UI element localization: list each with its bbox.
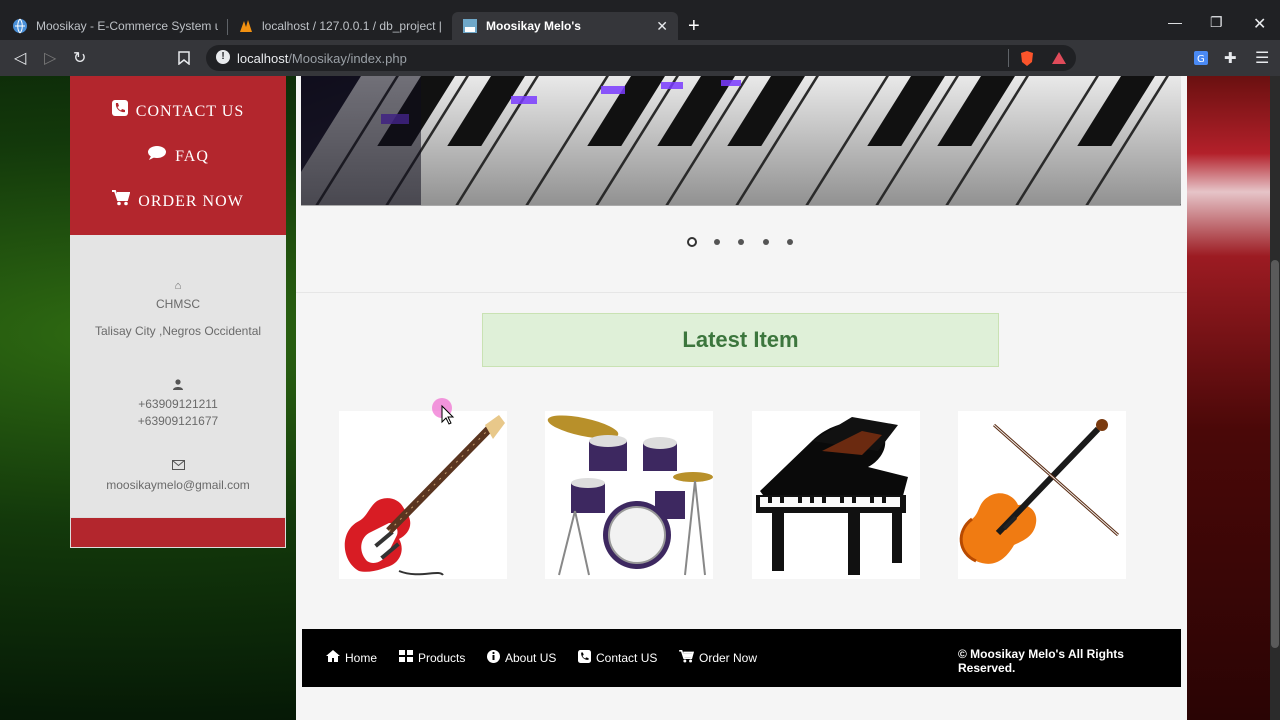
back-icon[interactable]: ◁ (14, 48, 26, 68)
phone-number: +63909121677 (137, 414, 219, 428)
carousel-dot[interactable] (787, 239, 793, 245)
envelope-icon (70, 460, 286, 473)
sidebar-contact-info: ⌂ CHMSC Talisay City ,Negros Occidental … (70, 235, 286, 517)
phpmyadmin-favicon-icon (240, 20, 252, 32)
web-page: CONTACT US FAQ ORDER NOW ⌂ CHMSC Talisay… (0, 76, 1270, 720)
home-icon: ⌂ (174, 280, 182, 292)
site-favicon-icon (463, 19, 477, 33)
new-tab-icon[interactable]: + (688, 14, 700, 38)
phone-icon (578, 650, 591, 666)
omnibox-divider (1008, 49, 1009, 67)
footer-about-link[interactable]: About US (487, 650, 556, 666)
site-footer: Home Products About US Contact US Order … (302, 629, 1181, 687)
carousel-slide-keyboard-image[interactable] (301, 76, 1181, 206)
tab-title: Moosikay Melo's (486, 19, 581, 33)
mouse-cursor (432, 398, 456, 431)
product-electric-guitar[interactable] (339, 411, 507, 579)
tab-title: localhost / 127.0.0.1 / db_project | php (262, 19, 442, 33)
svg-text:G: G (1197, 54, 1205, 65)
latest-item-heading: Latest Item (482, 313, 999, 367)
sidebar-order-now[interactable]: ORDER NOW (70, 190, 286, 211)
product-grand-piano[interactable] (752, 411, 920, 579)
home-icon (326, 650, 340, 665)
scrollbar-thumb[interactable] (1271, 260, 1279, 648)
chat-bubble-icon (147, 145, 167, 166)
forward-icon[interactable]: ▷ (44, 48, 56, 68)
bookmark-icon[interactable] (178, 51, 190, 65)
browser-tab-active[interactable]: Moosikay Melo's ✕ (452, 12, 678, 40)
carousel-dot[interactable] (763, 239, 769, 245)
info-icon[interactable]: ! (216, 50, 230, 64)
carousel-dot[interactable] (687, 237, 697, 247)
brave-shield-icon[interactable] (1019, 50, 1035, 67)
globe-favicon-icon (13, 18, 27, 34)
minimize-icon[interactable]: — (1168, 14, 1182, 30)
background-decoration (1187, 76, 1270, 720)
tab-title: Moosikay - E-Commerce System using (36, 19, 218, 33)
email-address: moosikaymelo@gmail.com (106, 478, 250, 492)
address-line2: Talisay City ,Negros Occidental (94, 324, 262, 338)
cart-icon (112, 190, 131, 211)
address-line1: CHMSC (156, 297, 200, 311)
footer-home-link[interactable]: Home (326, 650, 377, 665)
section-divider (296, 292, 1187, 293)
browser-tab-bar: Moosikay - E-Commerce System using local… (0, 0, 1280, 40)
reload-icon[interactable]: ↻ (73, 48, 86, 68)
carousel-dot[interactable] (714, 239, 720, 245)
brave-rewards-icon[interactable] (1051, 51, 1067, 65)
main-content: Latest Item Home Products About US Conta… (296, 76, 1187, 720)
info-icon (487, 650, 500, 666)
footer-order-link[interactable]: Order Now (679, 650, 757, 666)
extensions-icon[interactable]: ✚ (1224, 49, 1237, 67)
user-icon (70, 379, 286, 393)
product-drum-kit[interactable] (545, 411, 713, 579)
sidebar-menu: CONTACT US FAQ ORDER NOW (70, 76, 286, 235)
cart-icon (679, 650, 695, 666)
sidebar-bottom-bar (70, 517, 286, 548)
browser-tab[interactable]: Moosikay - E-Commerce System using (2, 12, 228, 40)
sidebar-faq[interactable]: FAQ (70, 145, 286, 166)
restore-icon[interactable]: ❐ (1210, 14, 1223, 31)
copyright-text: © Moosikay Melo's All Rights Reserved. (958, 647, 1124, 675)
footer-products-link[interactable]: Products (399, 650, 465, 665)
close-window-icon[interactable]: ✕ (1253, 14, 1266, 34)
translate-icon[interactable]: G (1193, 50, 1209, 66)
carousel-indicators (296, 237, 1187, 247)
close-tab-icon[interactable]: ✕ (656, 18, 668, 35)
carousel-dot[interactable] (738, 239, 744, 245)
url-text[interactable]: localhost/Moosikay/index.php (237, 51, 407, 66)
phone-number: +63909121211 (138, 397, 218, 411)
footer-contact-link[interactable]: Contact US (578, 650, 657, 666)
browser-tab[interactable]: localhost / 127.0.0.1 / db_project | php (228, 12, 452, 40)
product-violin[interactable] (958, 411, 1126, 579)
menu-icon[interactable]: ☰ (1255, 48, 1269, 68)
grid-icon (399, 650, 413, 665)
phone-icon (111, 100, 128, 121)
sidebar-contact-us[interactable]: CONTACT US (70, 100, 286, 121)
